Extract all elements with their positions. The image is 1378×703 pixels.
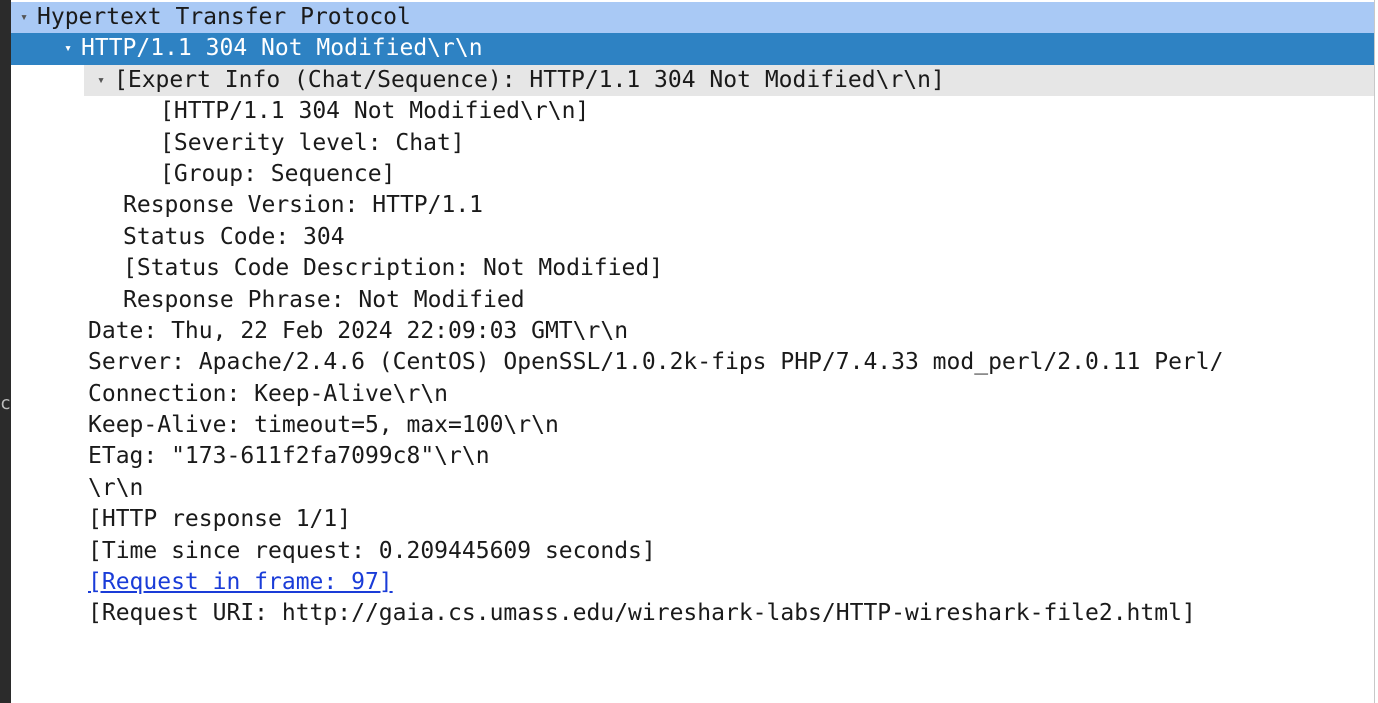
tree-row-server-header[interactable]: Server: Apache/2.4.6 (CentOS) OpenSSL/1.… [11,347,1374,378]
tree-row-end-of-headers[interactable]: \r\n [11,473,1374,504]
tree-row-status-line[interactable]: ▾ HTTP/1.1 304 Not Modified\r\n [11,33,1374,65]
tree-row-label: [Status Code Description: Not Modified] [123,255,664,282]
tree-row-expert-info[interactable]: ▾ [Expert Info (Chat/Sequence): HTTP/1.1 … [11,64,1374,97]
tree-row-label: Date: Thu, 22 Feb 2024 22:09:03 GMT\r\n [88,317,629,344]
tree-row-label: HTTP/1.1 304 Not Modified\r\n [81,35,483,62]
request-frame-link[interactable]: [Request in frame: 97] [88,569,393,595]
tree-row-label: Status Code: 304 [123,223,345,250]
expand-arrow-icon[interactable]: ▾ [55,33,81,64]
tree-row-expert-message[interactable]: [HTTP/1.1 304 Not Modified\r\n] [11,96,1374,127]
tree-row-request-in-frame[interactable]: [Request in frame: 97] [11,567,1374,598]
tree-row-label: Hypertext Transfer Protocol [37,4,411,30]
tree-row-status-code[interactable]: Status Code: 304 [11,222,1374,253]
tree-row-response-phrase[interactable]: Response Phrase: Not Modified [11,285,1374,316]
left-panel-edge: c [0,0,11,703]
tree-row-label: Connection: Keep-Alive\r\n [88,380,449,407]
expand-arrow-icon[interactable]: ▾ [88,65,114,96]
tree-row-label: [HTTP response 1/1] [88,506,352,533]
panel-border [1374,0,1375,703]
tree-row-keep-alive-header[interactable]: Keep-Alive: timeout=5, max=100\r\n [11,410,1374,441]
tree-row-etag-header[interactable]: ETag: "173-611f2fa7099c8"\r\n [11,441,1374,472]
tree-row-label: [Time since request: 0.209445609 seconds… [88,537,656,564]
expand-arrow-icon[interactable]: ▾ [11,2,37,33]
tree-row-group[interactable]: [Group: Sequence] [11,159,1374,190]
tree-row-label: [Group: Sequence] [160,160,396,187]
tree-row-label: ETag: "173-611f2fa7099c8"\r\n [88,443,490,470]
tree-row-http-response-count[interactable]: [HTTP response 1/1] [11,504,1374,535]
tree-row-label: \r\n [88,474,144,501]
tree-row-label: [Expert Info (Chat/Sequence): HTTP/1.1 3… [114,66,945,93]
tree-row-label: Response Phrase: Not Modified [123,286,525,313]
tree-row-label: Response Version: HTTP/1.1 [123,192,484,219]
tree-row-http-protocol[interactable]: ▾ Hypertext Transfer Protocol [11,2,1374,34]
tree-row-date-header[interactable]: Date: Thu, 22 Feb 2024 22:09:03 GMT\r\n [11,316,1374,347]
tree-row-label: [HTTP/1.1 304 Not Modified\r\n] [160,98,590,125]
tree-row-time-since-request[interactable]: [Time since request: 0.209445609 seconds… [11,536,1374,567]
tree-row-status-code-description[interactable]: [Status Code Description: Not Modified] [11,253,1374,284]
tree-row-severity-level[interactable]: [Severity level: Chat] [11,128,1374,159]
packet-details-tree[interactable]: ▾ Hypertext Transfer Protocol ▾ HTTP/1.1 3… [11,2,1374,630]
tree-row-label: Keep-Alive: timeout=5, max=100\r\n [88,412,559,439]
tree-row-connection-header[interactable]: Connection: Keep-Alive\r\n [11,379,1374,410]
clipped-label: c [0,393,11,414]
tree-row-label: [Request URI: http://gaia.cs.umass.edu/w… [88,600,1196,627]
tree-row-request-uri[interactable]: [Request URI: http://gaia.cs.umass.edu/w… [11,598,1374,629]
tree-row-label: Server: Apache/2.4.6 (CentOS) OpenSSL/1.… [88,349,1224,376]
tree-row-label: [Severity level: Chat] [160,129,465,156]
tree-row-response-version[interactable]: Response Version: HTTP/1.1 [11,190,1374,221]
